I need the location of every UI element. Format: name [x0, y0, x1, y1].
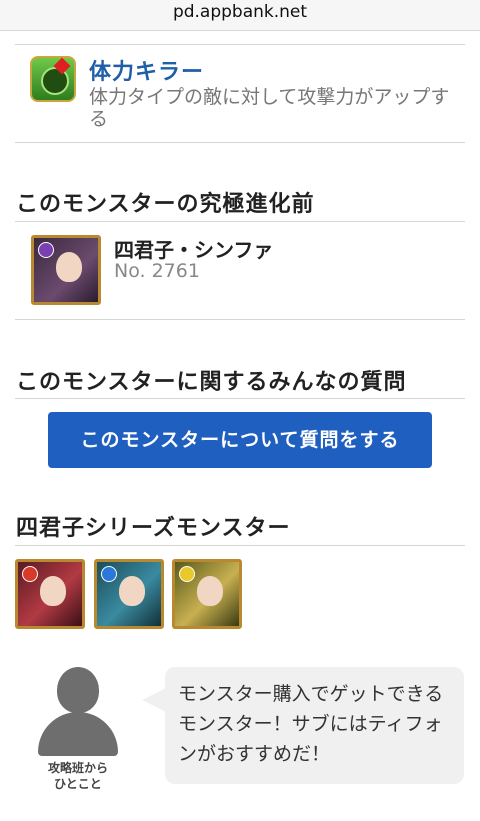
ask-question-button[interactable]: このモンスターについて質問をする	[48, 412, 432, 468]
section-title-series: 四君子シリーズモンスター	[16, 516, 291, 541]
divider	[15, 545, 465, 546]
speech-bubble-tail	[142, 688, 166, 712]
section-title-pre-evolution: このモンスターの究極進化前	[16, 192, 315, 217]
skill-title[interactable]: 体力キラー	[89, 54, 204, 86]
water-attribute-icon	[101, 566, 117, 582]
monster-portrait	[119, 576, 145, 606]
fire-attribute-icon	[22, 566, 38, 582]
divider	[15, 142, 465, 143]
pre-evolution-monster-number: No. 2761	[114, 260, 200, 282]
divider	[15, 44, 465, 45]
monster-portrait	[56, 252, 82, 282]
author-avatar-icon	[57, 667, 99, 713]
pre-evolution-monster-name[interactable]: 四君子・シンファ	[114, 234, 273, 263]
comment-bubble: モンスター購入でゲットできるモンスター！サブにはティフォンがおすすめだ！	[165, 667, 464, 784]
light-attribute-icon	[179, 566, 195, 582]
monster-portrait	[40, 576, 66, 606]
comment-text: モンスター購入でゲットできるモンスター！サブにはティフォンがおすすめだ！	[178, 683, 444, 765]
divider	[15, 398, 465, 399]
killer-skill-icon	[30, 56, 76, 102]
monster-portrait	[197, 576, 223, 606]
author-avatar-body	[38, 712, 118, 756]
series-monster-thumbnail-2[interactable]	[94, 559, 164, 629]
author-label: 攻略班から ひとこと	[28, 760, 128, 792]
author-label-line2: ひとこと	[54, 777, 102, 791]
divider	[15, 319, 465, 320]
series-monster-thumbnail-1[interactable]	[15, 559, 85, 629]
section-title-questions: このモンスターに関するみんなの質問	[16, 370, 407, 395]
skill-description: 体力タイプの敵に対して攻撃力がアップする	[89, 86, 450, 130]
browser-url-bar[interactable]: pd.appbank.net	[0, 0, 480, 31]
author-label-line1: 攻略班から	[47, 761, 108, 775]
dark-attribute-icon	[38, 242, 54, 258]
series-monster-thumbnail-3[interactable]	[172, 559, 242, 629]
url-text: pd.appbank.net	[172, 2, 308, 22]
divider	[15, 221, 465, 222]
pre-evolution-monster-thumbnail[interactable]	[31, 235, 101, 305]
